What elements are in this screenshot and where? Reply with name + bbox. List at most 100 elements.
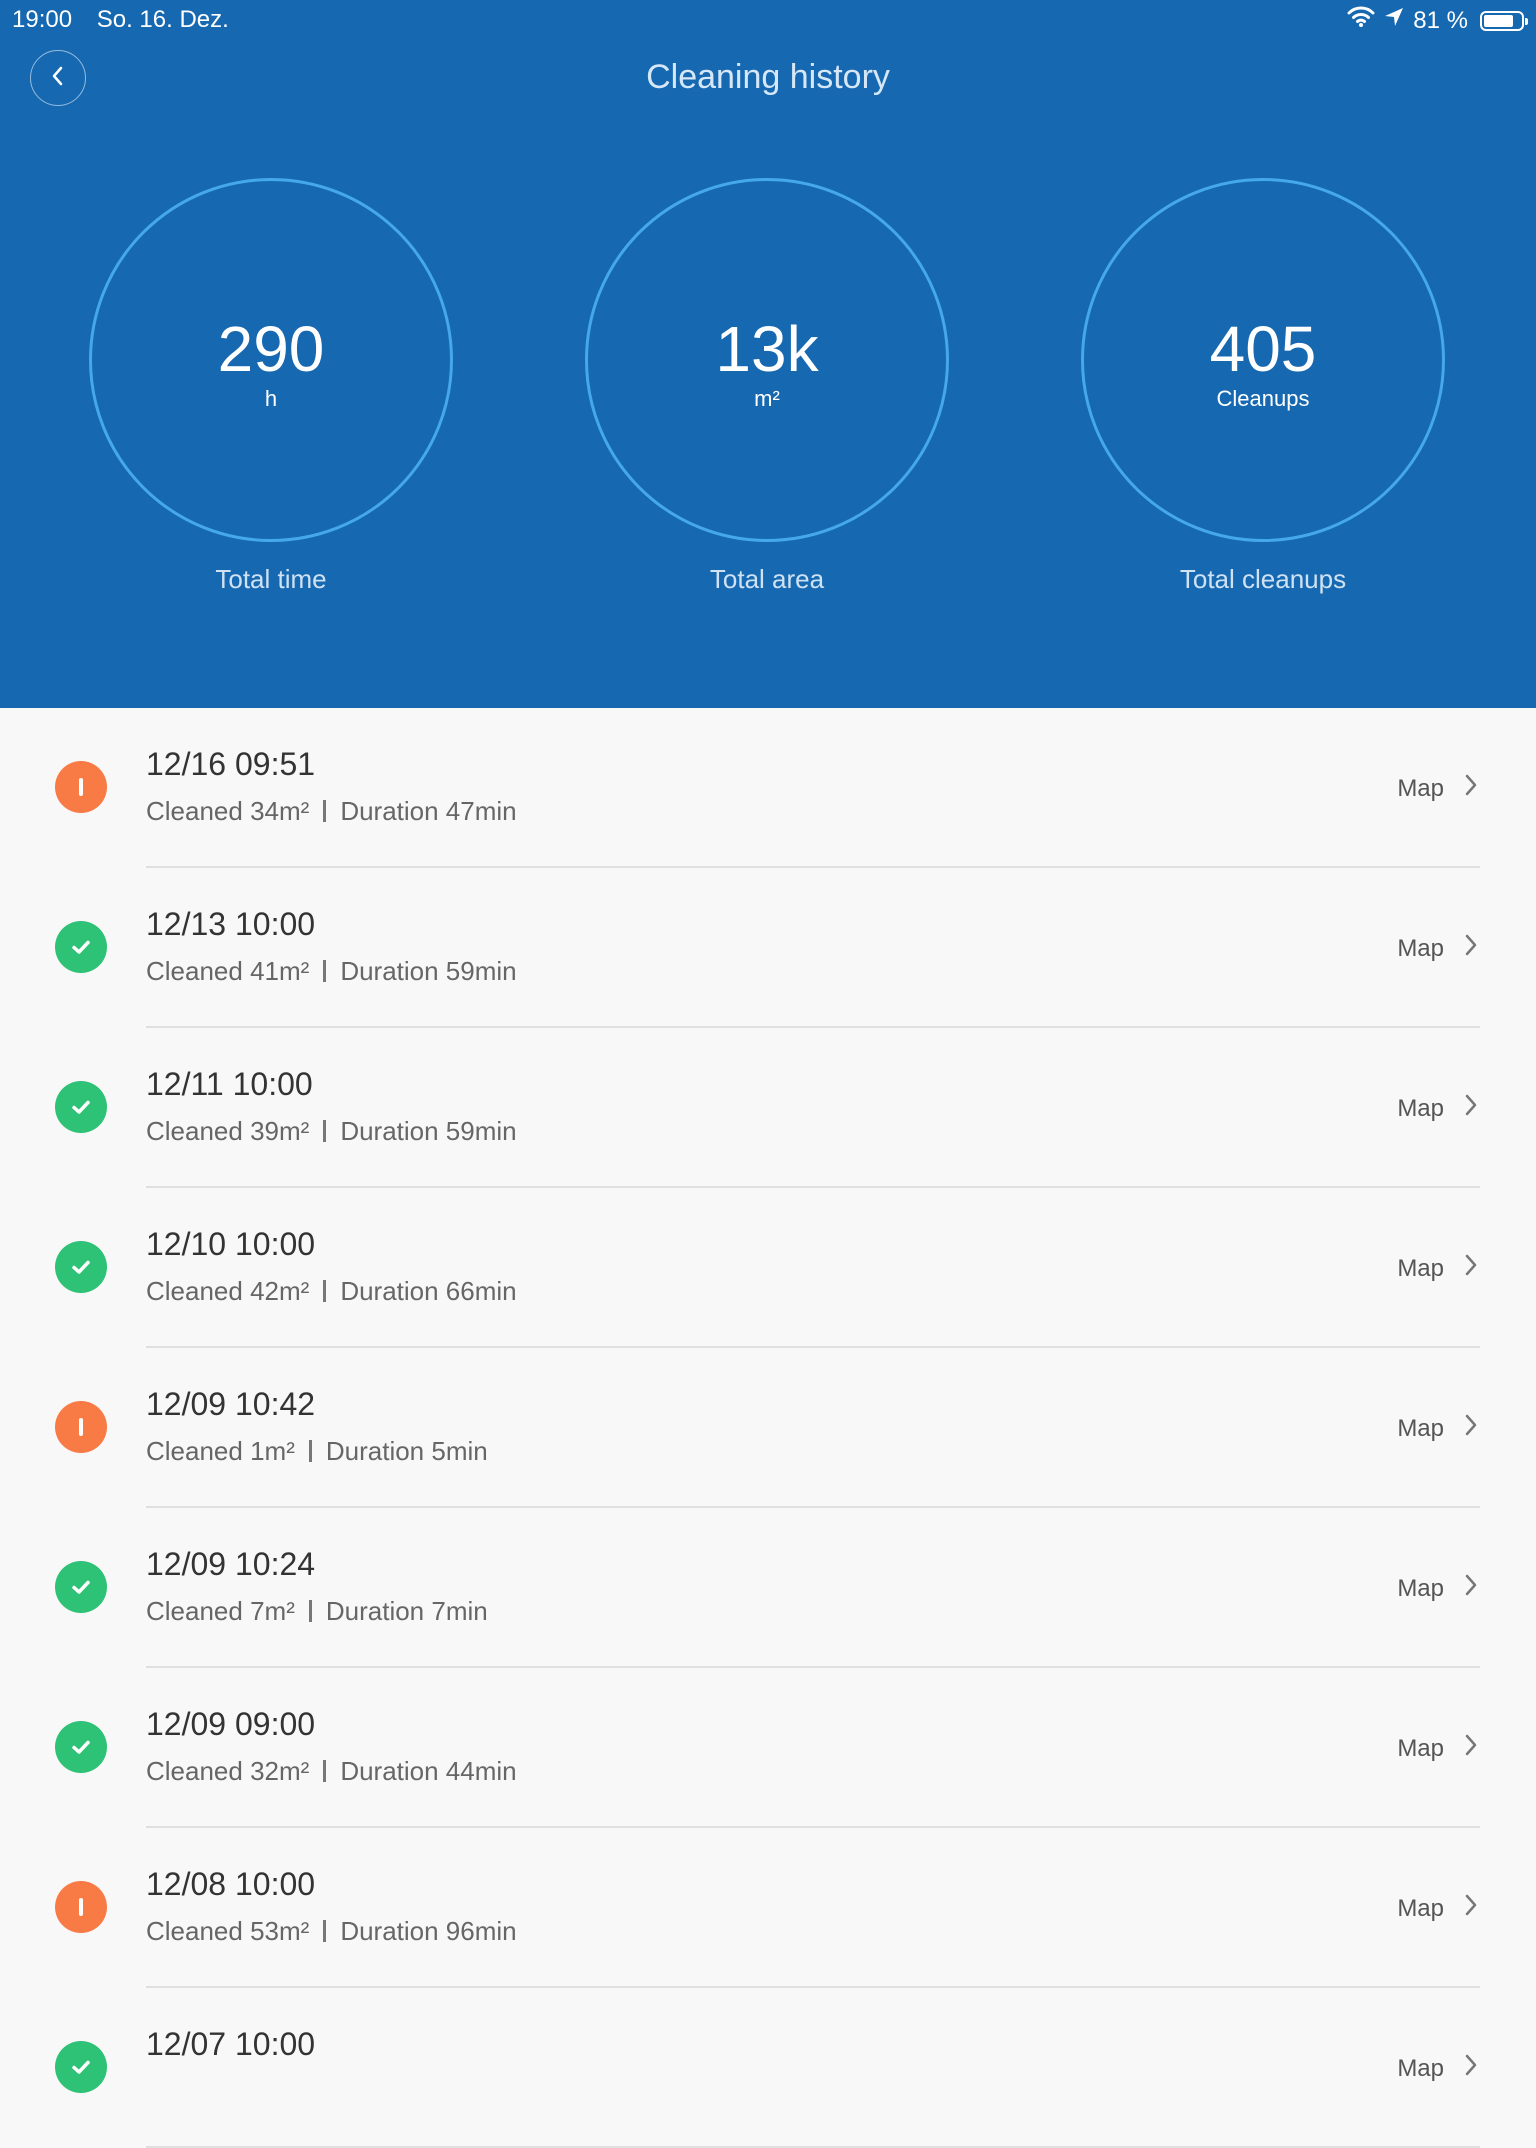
history-row[interactable]: 12/13 10:00 Cleaned 41m² Duration 59min Map [0,868,1536,1028]
map-link[interactable]: Map [1397,1892,1480,1925]
stat-total-area: 13k m² Total area [585,178,949,595]
map-label: Map [1397,774,1444,802]
map-label: Map [1397,1894,1444,1922]
row-details: Cleaned 39m² Duration 59min [146,1116,517,1147]
stat-unit: Cleanups [1216,386,1310,411]
row-duration: Duration 5min [325,1436,488,1466]
stat-unit: h [264,386,278,411]
stat-ring: 13k m² [585,178,949,542]
row-separator [308,1440,312,1462]
map-link[interactable]: Map [1397,2052,1480,2085]
row-date: 12/09 10:42 [146,1386,316,1422]
map-label: Map [1397,1094,1444,1122]
row-details: Cleaned 42m² Duration 66min [146,1276,517,1307]
row-duration: Duration 44min [340,1756,517,1786]
header: 19:00 So. 16. Dez. 81 % Cleaning history… [0,0,1536,708]
map-label: Map [1397,1254,1444,1282]
row-separator [323,960,327,982]
row-separator [323,800,327,822]
row-cleaned: Cleaned 34m² [146,796,310,826]
status-left: 19:00 So. 16. Dez. [12,6,229,34]
map-link[interactable]: Map [1397,772,1480,805]
row-separator [323,1920,327,1942]
row-date: 12/07 10:00 [146,2026,316,2062]
checkmark-icon [55,2041,107,2093]
status-right: 81 % [1347,6,1528,35]
map-label: Map [1397,1574,1444,1602]
history-row[interactable]: 12/07 10:00 Map [0,1988,1536,2148]
row-cleaned: Cleaned 32m² [146,1756,310,1786]
row-date: 12/13 10:00 [146,906,316,942]
battery-fill [1484,14,1514,27]
stat-value: 13k [715,313,819,385]
row-duration: Duration 7min [325,1596,488,1626]
row-cleaned: Cleaned 42m² [146,1276,310,1306]
exclamation-icon [55,761,107,813]
map-link[interactable]: Map [1397,1732,1480,1765]
stat-total-time: 290 h Total time [89,178,453,595]
location-arrow-icon [1383,6,1405,35]
chevron-right-icon [1462,1412,1480,1445]
row-date: 12/08 10:00 [146,1866,316,1902]
row-cleaned: Cleaned 41m² [146,956,310,986]
chevron-right-icon [1462,1572,1480,1605]
row-duration: Duration 59min [340,956,517,986]
row-separator [323,1120,327,1142]
map-link[interactable]: Map [1397,1412,1480,1445]
history-row[interactable]: 12/10 10:00 Cleaned 42m² Duration 66min Map [0,1188,1536,1348]
stat-label: Total cleanups [1179,564,1347,594]
exclamation-icon [55,1881,107,1933]
history-row[interactable]: 12/16 09:51 Cleaned 34m² Duration 47min Map [0,708,1536,868]
stat-label: Total area [709,564,825,594]
chevron-right-icon [1462,772,1480,805]
checkmark-icon [55,1561,107,1613]
history-list: 12/16 09:51 Cleaned 34m² Duration 47min Map… [0,708,1536,2148]
map-label: Map [1397,934,1444,962]
row-separator [323,1280,327,1302]
history-row[interactable]: 12/09 10:24 Cleaned 7m² Duration 7min Map [0,1508,1536,1668]
chevron-right-icon [1462,1732,1480,1765]
chevron-right-icon [1462,932,1480,965]
status-date: So. 16. Dez. [96,6,229,33]
row-details: Cleaned 41m² Duration 59min [146,956,517,987]
row-details: Cleaned 34m² Duration 47min [146,796,517,827]
map-link[interactable]: Map [1397,932,1480,965]
row-details: Cleaned 53m² Duration 96min [146,1916,517,1947]
row-details: Cleaned 7m² Duration 7min [146,1596,488,1627]
stat-value: 290 [217,313,325,385]
history-row[interactable]: 12/08 10:00 Cleaned 53m² Duration 96min Map [0,1828,1536,1988]
map-link[interactable]: Map [1397,1572,1480,1605]
map-link[interactable]: Map [1397,1252,1480,1285]
history-row[interactable]: 12/11 10:00 Cleaned 39m² Duration 59min Map [0,1028,1536,1188]
battery-icon [1480,10,1528,31]
row-date: 12/16 09:51 [146,746,316,782]
wifi-icon [1347,6,1375,35]
map-label: Map [1397,1414,1444,1442]
stat-unit: m² [754,386,780,411]
row-duration: Duration 47min [340,796,517,826]
history-row[interactable]: 12/09 10:42 Cleaned 1m² Duration 5min Map [0,1348,1536,1508]
stat-ring: 290 h [89,178,453,542]
page-title: Cleaning history [646,58,890,96]
stat-total-cleanups: 405 Cleanups Total cleanups [1081,178,1445,595]
checkmark-icon [55,1241,107,1293]
chevron-right-icon [1462,1092,1480,1125]
row-separator [308,1600,312,1622]
chevron-right-icon [1462,2052,1480,2085]
row-details: Cleaned 1m² Duration 5min [146,1436,488,1467]
map-label: Map [1397,2054,1444,2082]
row-date: 12/09 10:24 [146,1546,316,1582]
status-time: 19:00 [12,6,73,33]
row-duration: Duration 66min [340,1276,517,1306]
checkmark-icon [55,1081,107,1133]
row-separator [323,1760,327,1782]
history-row[interactable]: 12/09 09:00 Cleaned 32m² Duration 44min Map [0,1668,1536,1828]
map-link[interactable]: Map [1397,1092,1480,1125]
chevron-right-icon [1462,1252,1480,1285]
row-details: Cleaned 32m² Duration 44min [146,1756,517,1787]
chevron-right-icon [1462,1892,1480,1925]
row-cleaned: Cleaned 39m² [146,1116,310,1146]
status-bar: 19:00 So. 16. Dez. 81 % [0,0,1536,40]
row-cleaned: Cleaned 53m² [146,1916,310,1946]
checkmark-icon [55,1721,107,1773]
